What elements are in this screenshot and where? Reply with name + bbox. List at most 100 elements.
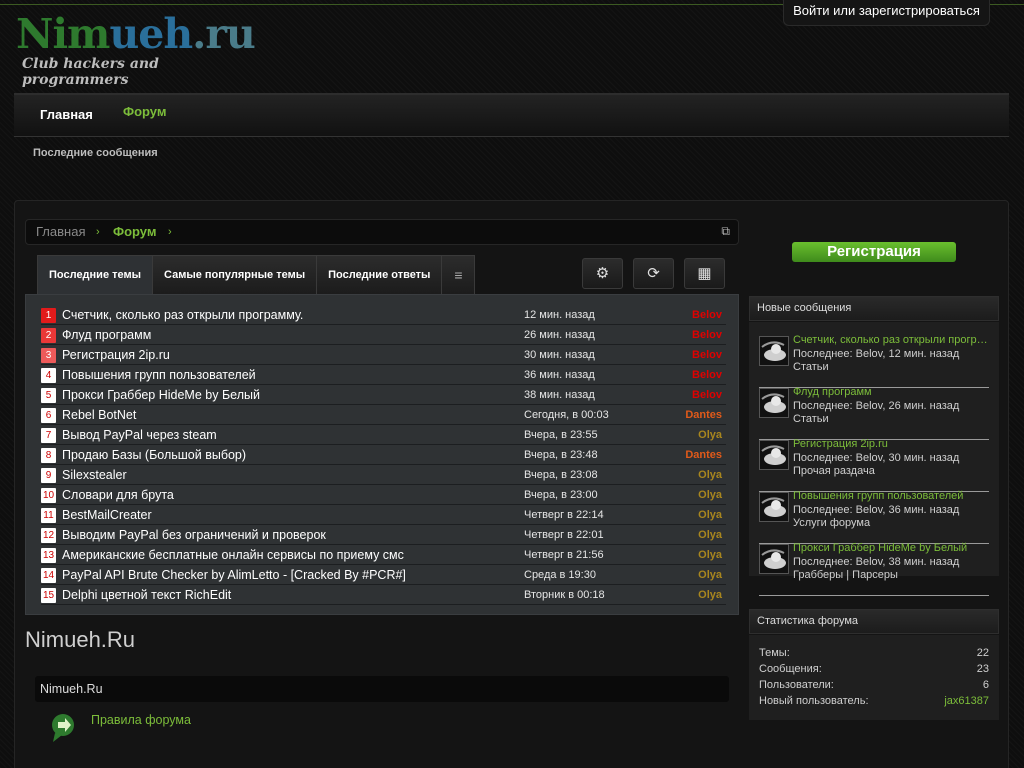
thread-user-link[interactable]: Olya [698, 485, 722, 505]
login-register-link[interactable]: Войти или зарегистрироваться [783, 0, 990, 26]
new-post-forum-link[interactable]: Прочая раздача [793, 465, 875, 477]
avatar[interactable] [759, 336, 789, 366]
thread-user-link[interactable]: Belov [692, 385, 722, 405]
new-post-forum-link[interactable]: Статьи [793, 361, 829, 373]
thread-title-link[interactable]: Выводим PayPal без ограничений и проверо… [62, 525, 326, 545]
new-post-item[interactable]: Флуд программ Последнее: Belov, 26 мин. н… [759, 386, 991, 440]
stat-label: Новый пользователь: [759, 695, 869, 707]
thread-row[interactable]: 12 Выводим PayPal без ограничений и прове… [41, 525, 726, 545]
thread-title-link[interactable]: Словари для брута [62, 485, 174, 505]
thread-time: Вторник в 00:18 [524, 589, 605, 601]
nav-tab-home[interactable]: Главная [40, 95, 93, 135]
avatar[interactable] [759, 440, 789, 470]
subnav-recent-posts[interactable]: Последние сообщения [33, 147, 158, 159]
thread-user-link[interactable]: Olya [698, 505, 722, 525]
site-heading: Nimueh.Ru [25, 627, 136, 652]
new-post-forum-link[interactable]: Статьи [793, 413, 829, 425]
refresh-icon[interactable]: ⟳ [633, 258, 674, 289]
thread-title-link[interactable]: Регистрация 2ip.ru [62, 345, 170, 365]
tab-recent-threads[interactable]: Последние темы [37, 255, 154, 294]
new-post-meta: Последнее: Belov, 26 мин. назад [793, 400, 960, 412]
thread-user-link[interactable]: Olya [698, 565, 722, 585]
thread-user-link[interactable]: Olya [698, 425, 722, 445]
new-post-item[interactable]: Прокси Граббер HideMe by Белый Последнее:… [759, 542, 991, 596]
new-post-title-link[interactable]: Счетчик, сколько раз открыли програ... [793, 334, 991, 346]
thread-user-link[interactable]: Olya [698, 465, 722, 485]
thread-row[interactable]: 10 Словари для брута Вчера, в 23:00 Olya [41, 485, 726, 505]
newest-user-link[interactable]: jax61387 [944, 695, 989, 707]
thread-row[interactable]: 4 Повышения групп пользователей 36 мин. на… [41, 365, 726, 385]
thread-title-link[interactable]: Вывод PayPal через steam [62, 425, 217, 445]
thread-title-link[interactable]: Прокси Граббер HideMe by Белый [62, 385, 260, 405]
register-button[interactable]: Регистрация [792, 242, 956, 262]
thread-row[interactable]: 15 Delphi цветной текст RichEdit Вторник в… [41, 585, 726, 605]
forum-stats-block: Темы: 22 Сообщения: 23 Пользователи: 6 Новый п… [749, 635, 999, 720]
thread-title-link[interactable]: Rebel BotNet [62, 405, 136, 425]
thread-row[interactable]: 2 Флуд программ 26 мин. назад Belov [41, 325, 726, 345]
thread-user-link[interactable]: Belov [692, 345, 722, 365]
thread-title-link[interactable]: Счетчик, сколько раз открыли программу. [62, 305, 303, 325]
thread-title-link[interactable]: Delphi цветной текст RichEdit [62, 585, 231, 605]
thread-title-link[interactable]: Флуд программ [62, 325, 151, 345]
logo-title: Nimueh.ru [16, 10, 266, 58]
thread-title-link[interactable]: BestMailCreater [62, 505, 152, 525]
avatar[interactable] [759, 544, 789, 574]
thread-title-link[interactable]: Американские бесплатные онлайн сервисы п… [62, 545, 404, 565]
settings-icon[interactable]: ⚙ [582, 258, 623, 289]
thread-row[interactable]: 9 Silexstealer Вчера, в 23:08 Olya [41, 465, 726, 485]
new-post-item[interactable]: Счетчик, сколько раз открыли програ... По… [759, 334, 991, 388]
thread-title-link[interactable]: PayPal API Brute Checker by AlimLetto - … [62, 565, 406, 585]
thread-user-link[interactable]: Belov [692, 365, 722, 385]
thread-row[interactable]: 14 PayPal API Brute Checker by AlimLetto … [41, 565, 726, 585]
thread-title-link[interactable]: Продаю Базы (Большой выбор) [62, 445, 246, 465]
new-post-forum-link[interactable]: Услуги форума [793, 517, 870, 529]
external-link-icon[interactable]: ⧉ [721, 219, 730, 243]
layout-icon[interactable]: ▦ [684, 258, 725, 289]
thread-row[interactable]: 5 Прокси Граббер HideMe by Белый 38 мин. н… [41, 385, 726, 405]
new-post-title-link[interactable]: Флуд программ [793, 386, 991, 398]
site-logo[interactable]: Nimueh.ru Club hackers and programmers [16, 10, 266, 88]
avatar[interactable] [759, 492, 789, 522]
thread-row[interactable]: 6 Rebel BotNet Сегодня, в 00:03 Dantes [41, 405, 726, 425]
avatar[interactable] [759, 388, 789, 418]
stat-row: Новый пользователь: jax61387 [759, 695, 989, 711]
thread-user-link[interactable]: Dantes [685, 445, 722, 465]
menu-icon[interactable]: ≡ [441, 255, 476, 294]
thread-time: Вчера, в 23:48 [524, 449, 598, 461]
new-post-title-link[interactable]: Регистрация 2ip.ru [793, 438, 991, 450]
thread-rank-badge: 4 [41, 368, 56, 383]
thread-user-link[interactable]: Olya [698, 585, 722, 605]
breadcrumb-separator: › [96, 226, 100, 238]
new-post-title-link[interactable]: Прокси Граббер HideMe by Белый [793, 542, 991, 554]
thread-user-link[interactable]: Olya [698, 545, 722, 565]
thread-user-link[interactable]: Dantes [685, 405, 722, 425]
thread-row[interactable]: 7 Вывод PayPal через steam Вчера, в 23:55 O… [41, 425, 726, 445]
new-post-title-link[interactable]: Повышения групп пользователей [793, 490, 991, 502]
thread-row[interactable]: 8 Продаю Базы (Большой выбор) Вчера, в 23:… [41, 445, 726, 465]
category-header[interactable]: Nimueh.Ru [35, 676, 729, 702]
new-post-item[interactable]: Повышения групп пользователей Последнее: … [759, 490, 991, 544]
thread-row[interactable]: 3 Регистрация 2ip.ru 30 мин. назад Belov [41, 345, 726, 365]
thread-title-link[interactable]: Silexstealer [62, 465, 127, 485]
thread-time: Вчера, в 23:08 [524, 469, 598, 481]
thread-user-link[interactable]: Olya [698, 525, 722, 545]
thread-row[interactable]: 13 Американские бесплатные онлайн сервисы… [41, 545, 726, 565]
thread-row[interactable]: 1 Счетчик, сколько раз открыли программу.… [41, 305, 726, 325]
new-post-forum-link[interactable]: Грабберы | Парсеры [793, 569, 898, 581]
thread-tabs: Последние темы Самые популярные темы Пос… [37, 255, 476, 294]
breadcrumb-forum[interactable]: Форум [113, 220, 156, 244]
thread-title-link[interactable]: Повышения групп пользователей [62, 365, 256, 385]
thread-time: Среда в 19:30 [524, 569, 596, 581]
tab-popular-threads[interactable]: Самые популярные темы [152, 255, 318, 294]
breadcrumb-home[interactable]: Главная [36, 220, 85, 244]
nav-tab-forum[interactable]: Форум [123, 92, 166, 132]
thread-list: 1 Счетчик, сколько раз открыли программу.… [25, 294, 739, 615]
forum-rules-link[interactable]: Правила форума [91, 713, 191, 727]
logo-part-2: ueh [109, 10, 193, 58]
thread-user-link[interactable]: Belov [692, 305, 722, 325]
thread-user-link[interactable]: Belov [692, 325, 722, 345]
tab-recent-replies[interactable]: Последние ответы [316, 255, 443, 294]
new-post-item[interactable]: Регистрация 2ip.ru Последнее: Belov, 30 м… [759, 438, 991, 492]
thread-rank-badge: 5 [41, 388, 56, 403]
thread-row[interactable]: 11 BestMailCreater Четверг в 22:14 Olya [41, 505, 726, 525]
